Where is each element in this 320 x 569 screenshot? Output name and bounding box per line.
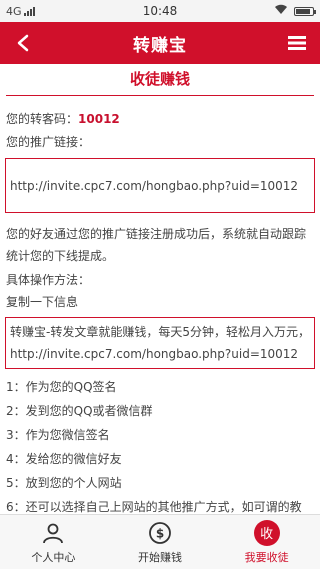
copy-title: 复制一下信息 [6, 295, 79, 309]
tab-label: 个人中心 [31, 550, 76, 564]
page-title: 收徒赚钱 [129, 70, 190, 88]
share-text[interactable]: 转赚宝-转发文章就能赚钱，每天5分钟，轻松月入万元，http://invite.… [10, 325, 310, 361]
list-item: 5：放到您的个人网站 [6, 476, 122, 490]
tab-recruit[interactable]: 收 我要收徒 [213, 515, 320, 569]
status-left: 4G [6, 5, 66, 18]
share-text-box[interactable]: 转赚宝-转发文章就能赚钱，每天5分钟，轻松月入万元，http://invite.… [5, 317, 315, 369]
invite-code-label: 您的转客码： [6, 112, 79, 126]
list-item: 6：还可以选择自己上网站的其他推广方式，如可谓的教 [6, 500, 302, 514]
list-item: 1：作为您的QQ签名 [6, 380, 117, 394]
ops-title: 具体操作方法： [6, 273, 91, 287]
recruit-badge: 收 [253, 519, 280, 546]
tab-label: 开始赚钱 [138, 550, 182, 564]
wifi-icon [274, 4, 288, 18]
invite-code-value: 10012 [78, 112, 120, 126]
invite-link-url[interactable]: http://invite.cpc7.com/hongbao.php?uid=1… [10, 179, 298, 193]
status-bar: 4G 10:48 [0, 0, 320, 22]
list-item: 2：发到您的QQ或者微信群 [6, 404, 153, 418]
invite-link-label: 您的推广链接： [6, 135, 91, 149]
invite-link-box[interactable]: http://invite.cpc7.com/hongbao.php?uid=1… [5, 158, 315, 213]
tab-personal-center[interactable]: 个人中心 [0, 515, 107, 569]
recruit-icon: 收 [253, 519, 280, 546]
money-icon: $ [147, 520, 173, 546]
battery-icon [294, 6, 316, 16]
main-content: 收徒赚钱 您的转客码：10012 您的推广链接： http://invite.c… [0, 64, 320, 514]
steps-list: 1：作为您的QQ签名 2：发到您的QQ或者微信群 3：作为您微信签名 4：发给您… [0, 375, 320, 514]
hamburger-icon [288, 36, 306, 50]
back-button[interactable] [8, 28, 38, 58]
tab-label: 我要收徒 [244, 550, 289, 564]
person-icon [40, 520, 66, 546]
description-text: 您的好友通过您的推广链接注册成功后，系统就自动跟踪统计您的下线提成。 [6, 227, 307, 263]
signal-icon [23, 6, 35, 16]
menu-button[interactable] [282, 28, 312, 58]
list-item: 3：作为您微信签名 [6, 428, 110, 442]
list-item: 4：发给您的微信好友 [6, 452, 122, 466]
tab-start-earning[interactable]: $ 开始赚钱 [107, 515, 214, 569]
bottom-tab-bar: 个人中心 $ 开始赚钱 收 我要收徒 [0, 514, 320, 569]
battery-fill [296, 8, 310, 14]
heading-divider [6, 95, 314, 96]
svg-text:$: $ [156, 526, 164, 540]
app-title: 转赚宝 [133, 35, 187, 56]
status-right [254, 4, 316, 18]
status-time: 10:48 [142, 4, 178, 18]
chevron-left-icon [17, 34, 29, 52]
app-header: 转赚宝 [0, 22, 320, 64]
invite-code-row: 您的转客码：10012 [0, 110, 320, 127]
network-type: 4G [6, 4, 22, 18]
